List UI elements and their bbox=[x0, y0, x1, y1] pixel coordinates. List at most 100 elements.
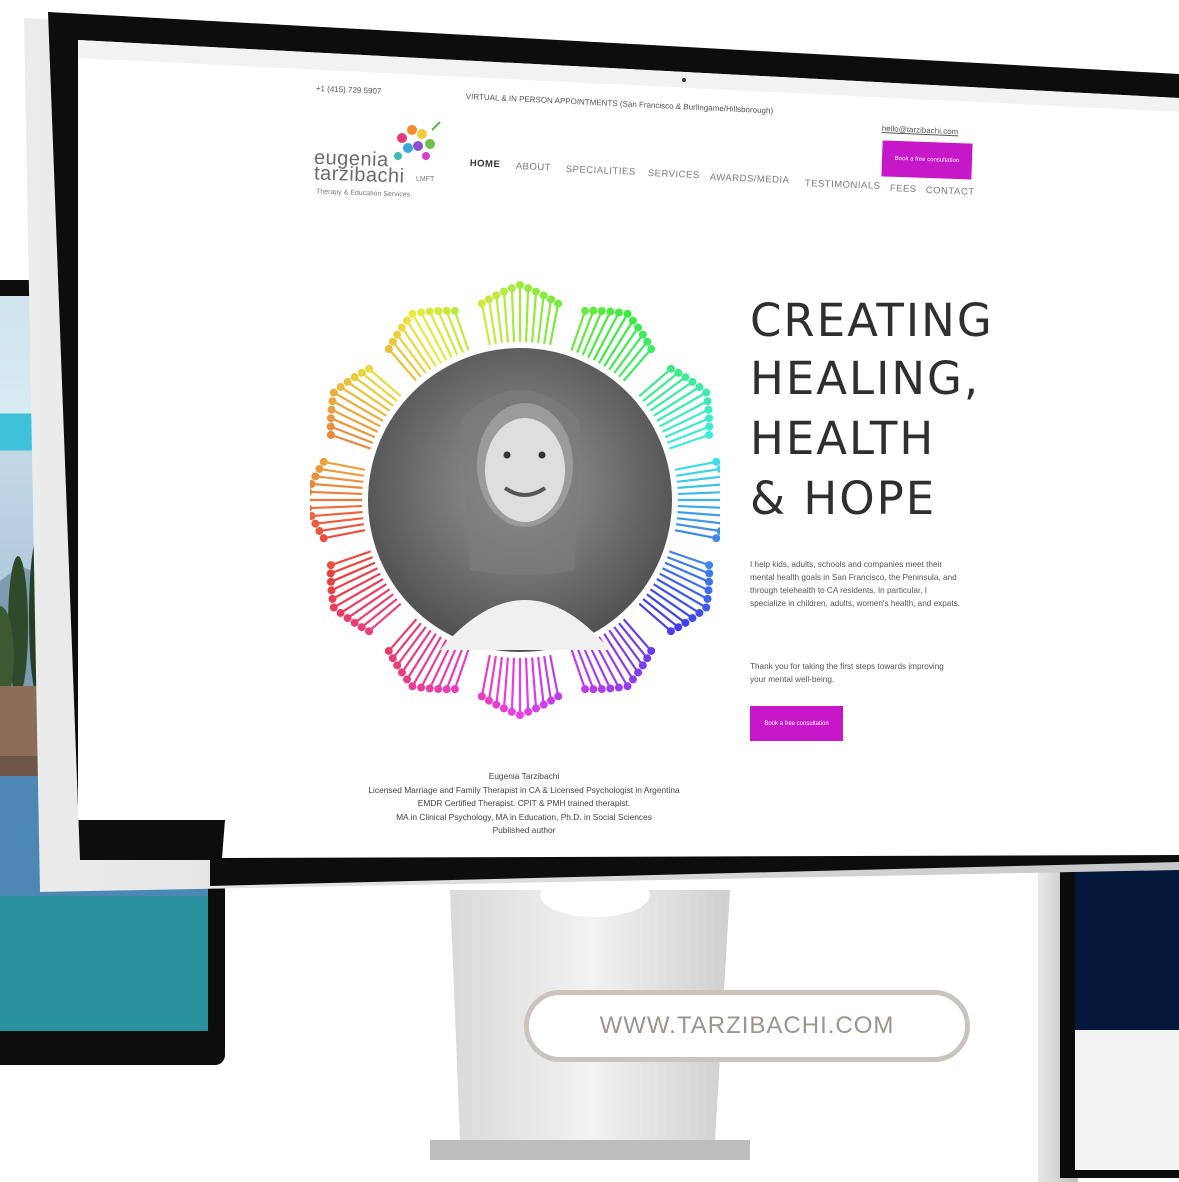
ring-dot bbox=[589, 306, 598, 315]
ring-ray bbox=[677, 511, 720, 517]
ring-ray bbox=[323, 460, 366, 471]
ring-ray bbox=[677, 504, 720, 509]
ring-dot bbox=[403, 316, 412, 325]
ring-dot bbox=[336, 383, 345, 392]
ring-dot bbox=[311, 472, 320, 481]
ring-dot bbox=[327, 405, 336, 414]
ring-dot bbox=[705, 569, 714, 578]
nav-about[interactable]: ABOUT bbox=[516, 161, 552, 173]
nav-fees[interactable]: FEES bbox=[890, 183, 917, 195]
ring-dot bbox=[507, 284, 516, 293]
ring-dot bbox=[310, 488, 313, 496]
ring-dot bbox=[450, 306, 459, 315]
ring-dot bbox=[357, 368, 366, 377]
ring-dot bbox=[384, 646, 393, 655]
ring-dot bbox=[628, 675, 637, 684]
ring-dot bbox=[705, 414, 714, 423]
nav-home[interactable]: HOME bbox=[470, 158, 501, 170]
ring-ray bbox=[677, 491, 720, 496]
hero-headline-line1: CREATING bbox=[750, 294, 994, 347]
ring-dot bbox=[357, 623, 366, 632]
nav-book-consultation-button[interactable]: Book a free consultation bbox=[881, 140, 973, 180]
ring-dot bbox=[705, 577, 714, 586]
ring-dot bbox=[703, 594, 712, 603]
ring-ray bbox=[310, 504, 363, 510]
site-logo[interactable]: eugenia tarzibachi LMFT Therapy & Educat… bbox=[312, 118, 462, 208]
ring-ray bbox=[311, 511, 363, 518]
ring-ray bbox=[510, 657, 516, 712]
ring-dot bbox=[507, 707, 516, 716]
ring-dot bbox=[492, 291, 501, 300]
ring-ray bbox=[524, 657, 530, 712]
ring-ray bbox=[502, 657, 509, 709]
ring-dot bbox=[310, 512, 316, 521]
ring-ray bbox=[480, 303, 491, 346]
website-url-pill: WWW.TARZIBACHI.COM bbox=[524, 990, 970, 1062]
ring-dot bbox=[702, 388, 711, 397]
ring-ray bbox=[549, 303, 560, 346]
ring-dot bbox=[532, 287, 541, 296]
ring-dot bbox=[532, 704, 541, 713]
ring-ray bbox=[531, 657, 538, 709]
ring-dot bbox=[329, 603, 338, 612]
ring-ray bbox=[531, 291, 538, 343]
ring-dot bbox=[647, 345, 656, 354]
ring-dot bbox=[589, 685, 598, 694]
ring-dot bbox=[319, 534, 328, 543]
ring-ray bbox=[669, 433, 710, 450]
ring-dot bbox=[328, 397, 337, 406]
ring-dot bbox=[310, 479, 316, 488]
ring-ray bbox=[543, 299, 553, 345]
ring-dot bbox=[554, 299, 563, 308]
ring-ray bbox=[537, 656, 545, 705]
ring-ray bbox=[537, 295, 545, 344]
ring-dot bbox=[704, 405, 713, 414]
ring-dot bbox=[343, 614, 352, 623]
ring-dot bbox=[606, 307, 615, 316]
ring-dot bbox=[688, 377, 697, 386]
ring-ray bbox=[315, 517, 364, 525]
logo-tagline: Therapy & Education Services bbox=[315, 188, 411, 199]
ring-dot bbox=[326, 577, 335, 586]
ring-ray bbox=[330, 433, 371, 450]
website-url-text: WWW.TARZIBACHI.COM bbox=[599, 1012, 895, 1039]
nav-contact[interactable]: CONTACT bbox=[926, 185, 975, 198]
ring-dot bbox=[326, 430, 335, 439]
ring-dot bbox=[614, 683, 623, 692]
hero-book-consultation-button[interactable]: Book a free consultation bbox=[750, 706, 843, 741]
ring-dot bbox=[408, 682, 417, 691]
caption-line1: Licensed Marriage and Family Therapist i… bbox=[368, 784, 680, 795]
ring-ray bbox=[524, 288, 530, 343]
ring-dot bbox=[634, 668, 643, 677]
ring-dot bbox=[336, 608, 345, 617]
ring-dot bbox=[674, 368, 683, 377]
hero-headline-line2: HEALING, bbox=[750, 352, 981, 405]
ring-dot bbox=[547, 295, 556, 304]
ring-ray bbox=[311, 482, 363, 489]
ring-ray bbox=[510, 288, 516, 343]
nav-services[interactable]: SERVICES bbox=[648, 168, 700, 181]
caption-line4: Published author bbox=[492, 825, 556, 835]
ring-dot bbox=[623, 682, 632, 691]
ring-dot bbox=[516, 711, 524, 719]
logo-line2: tarzibachi bbox=[313, 162, 405, 188]
ring-ray bbox=[315, 475, 364, 483]
ring-dot bbox=[716, 527, 720, 536]
ring-ray bbox=[675, 467, 720, 477]
caption-name: Eugenia Tarzibachi bbox=[488, 771, 560, 781]
ring-ray bbox=[674, 529, 717, 540]
ring-dot bbox=[350, 618, 359, 627]
ring-dot bbox=[397, 323, 406, 332]
ring-dot bbox=[310, 504, 313, 512]
ring-dot bbox=[547, 696, 556, 705]
ring-ray bbox=[570, 649, 587, 690]
ring-ray bbox=[676, 475, 720, 483]
ring-dot bbox=[326, 561, 335, 570]
ring-dot bbox=[524, 707, 533, 716]
ring-dot bbox=[365, 364, 374, 373]
ring-ray bbox=[669, 550, 710, 567]
ring-dot bbox=[492, 700, 501, 709]
ring-ray bbox=[319, 523, 365, 533]
ring-dot bbox=[666, 627, 675, 636]
ring-dot bbox=[327, 586, 336, 595]
